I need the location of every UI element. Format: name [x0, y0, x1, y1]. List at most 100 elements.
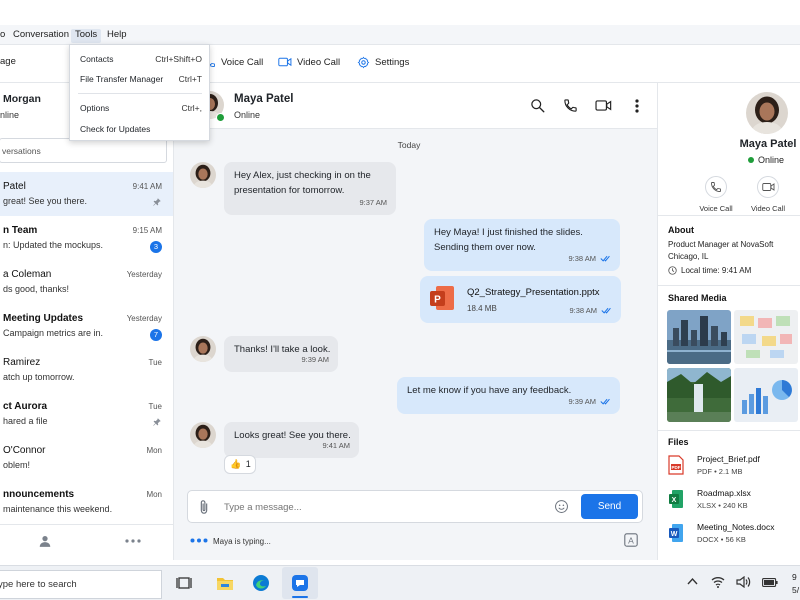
- conversation-item-oconnor[interactable]: O'Connor oblem! Mon: [0, 436, 173, 480]
- conversation-name: ct Aurora: [3, 401, 48, 412]
- menu-item-check-for-updates[interactable]: Check for Updates: [80, 124, 202, 134]
- menu-file[interactable]: o: [0, 29, 9, 43]
- shortcut: Ctrl+,: [181, 103, 202, 113]
- message-time: 9:41 AM: [322, 441, 350, 450]
- conversation-name: a Coleman: [3, 269, 52, 280]
- menu-item-contacts[interactable]: Contacts Ctrl+Shift+O: [80, 54, 202, 64]
- conversation-time: 9:15 AM: [132, 226, 162, 235]
- taskbar-messenger-app[interactable]: [282, 567, 318, 599]
- file-item[interactable]: PDF Project_Brief.pdf PDF • 2.1 MB: [668, 454, 798, 480]
- file-meta: DOCX • 56 KB: [697, 535, 746, 544]
- video-camera-icon: [278, 56, 292, 68]
- message-bubble-incoming[interactable]: Hey Alex, just checking in on the present…: [224, 162, 396, 215]
- profile-name: Maya Patel: [739, 138, 797, 150]
- menu-tools[interactable]: Tools: [71, 29, 102, 43]
- excel-file-icon: X: [668, 489, 684, 509]
- file-item[interactable]: X Roadmap.xlsx XLSX • 240 KB: [668, 488, 798, 514]
- conversation-name: Ramirez: [3, 357, 41, 368]
- svg-text:X: X: [672, 497, 677, 504]
- toolbar-message-button[interactable]: age: [0, 56, 16, 67]
- toolbar-video-call-button[interactable]: Video Call: [278, 56, 340, 68]
- video-camera-icon[interactable]: [595, 99, 612, 112]
- message-bubble-outgoing[interactable]: Let me know if you have any feedback. 9:…: [397, 377, 620, 414]
- volume-icon[interactable]: [736, 576, 751, 588]
- conversation-item-project-aurora[interactable]: ct Aurora hared a file Tue: [0, 392, 173, 436]
- file-attachment-bubble[interactable]: P Q2_Strategy_Presentation.pptx 18.4 MB …: [420, 276, 621, 323]
- message-time: 9:39 AM: [568, 394, 611, 409]
- read-receipt-icon: [600, 398, 611, 405]
- message-text: Hey Maya! I just finished the slides. Sen…: [434, 227, 583, 253]
- read-receipt-icon: [600, 255, 611, 262]
- conversation-search-input[interactable]: versations: [0, 138, 167, 163]
- file-item[interactable]: W Meeting_Notes.docx DOCX • 56 KB: [668, 522, 798, 548]
- shared-media-city-image[interactable]: [667, 310, 731, 364]
- conversation-name: Meeting Updates: [3, 313, 84, 324]
- conversation-name: n Team: [3, 225, 38, 236]
- message-input[interactable]: [224, 498, 504, 516]
- conversation-time: Mon: [146, 490, 162, 499]
- panel-video-call-button[interactable]: Video Call: [747, 176, 789, 213]
- message-bubble-incoming[interactable]: Thanks! I'll take a look. 9:39 AM: [224, 336, 338, 372]
- task-view-icon[interactable]: [176, 575, 192, 591]
- conversation-item-coleman[interactable]: a Coleman ds good, thanks! Yesterday: [0, 260, 173, 304]
- powerpoint-file-icon: P: [428, 284, 456, 312]
- toolbar-voice-call-button[interactable]: Voice Call: [204, 56, 263, 68]
- emoji-icon[interactable]: [554, 499, 569, 514]
- menu-item-file-transfer-manager[interactable]: File Transfer Manager Ctrl+T: [80, 74, 202, 84]
- file-explorer-icon[interactable]: [216, 574, 234, 592]
- conversation-item-meeting-updates[interactable]: Meeting Updates Campaign metrics are in.…: [0, 304, 173, 348]
- file-name: Roadmap.xlsx: [697, 488, 751, 498]
- menu-item-options[interactable]: Options Ctrl+,: [80, 103, 202, 113]
- menu-help[interactable]: Help: [103, 29, 131, 43]
- profile-avatar: [746, 92, 788, 134]
- phone-icon: [705, 176, 727, 198]
- chevron-up-icon[interactable]: [687, 577, 698, 585]
- online-indicator: [216, 113, 225, 122]
- text-format-icon[interactable]: A: [624, 533, 638, 547]
- sidebar-footer: [0, 524, 173, 560]
- contacts-person-icon[interactable]: [38, 534, 52, 548]
- shared-media-waterfall-image[interactable]: [667, 368, 731, 422]
- phone-icon[interactable]: [563, 98, 578, 113]
- toolbar-settings-button[interactable]: Settings: [357, 56, 409, 69]
- taskbar-search-box[interactable]: ype here to search: [0, 570, 162, 599]
- panel-voice-call-button[interactable]: Voice Call: [696, 176, 736, 213]
- conversation-item-announcements[interactable]: nnouncements maintenance this weekend. M…: [0, 480, 173, 524]
- menu-separator: [78, 93, 202, 94]
- shared-media-chart-image[interactable]: [734, 368, 798, 422]
- clock-time[interactable]: 9: [792, 572, 797, 582]
- chat-area: Maya Patel Online Today Hey Alex, just c…: [174, 83, 657, 560]
- divider: [658, 215, 800, 216]
- menu-bar: o Conversation Tools Help: [0, 25, 800, 45]
- more-options-icon[interactable]: [125, 539, 141, 543]
- sender-avatar: [190, 336, 216, 362]
- more-vertical-icon[interactable]: [635, 99, 639, 113]
- menu-conversation[interactable]: Conversation: [9, 29, 73, 43]
- conversation-item-maya-patel[interactable]: Patel great! See you there. 9:41 AM: [0, 172, 173, 216]
- unread-badge: 7: [150, 329, 162, 341]
- conversation-preview: ds good, thanks!: [3, 284, 70, 294]
- unread-badge: 3: [150, 241, 162, 253]
- paperclip-icon[interactable]: [198, 499, 210, 515]
- svg-text:P: P: [434, 295, 441, 306]
- wifi-icon[interactable]: [711, 576, 725, 588]
- conversation-time: Tue: [148, 358, 163, 367]
- files-title: Files: [668, 437, 689, 447]
- conversation-preview: atch up tomorrow.: [3, 372, 75, 382]
- battery-icon[interactable]: [762, 578, 778, 587]
- conversation-item-design-team[interactable]: n Team n: Updated the mockups. 9:15 AM 3: [0, 216, 173, 260]
- send-button[interactable]: Send: [581, 494, 638, 519]
- search-icon[interactable]: [530, 98, 545, 113]
- message-bubble-outgoing[interactable]: Hey Maya! I just finished the slides. Sen…: [424, 219, 620, 271]
- edge-browser-icon[interactable]: [252, 574, 270, 592]
- day-separator: Today: [397, 140, 421, 150]
- clock-date[interactable]: 5/: [792, 585, 799, 595]
- message-text: Hey Alex, just checking in on the present…: [234, 170, 371, 196]
- profile-location: Chicago, IL: [668, 252, 709, 261]
- message-bubble-incoming[interactable]: Looks great! See you there. 9:41 AM: [224, 422, 359, 458]
- video-camera-icon: [757, 176, 779, 198]
- shared-media-whiteboard-image[interactable]: [734, 310, 798, 364]
- reaction-chip[interactable]: 👍 1: [224, 455, 256, 474]
- active-app-indicator: [292, 596, 308, 598]
- conversation-item-ramirez[interactable]: Ramirez atch up tomorrow. Tue: [0, 348, 173, 392]
